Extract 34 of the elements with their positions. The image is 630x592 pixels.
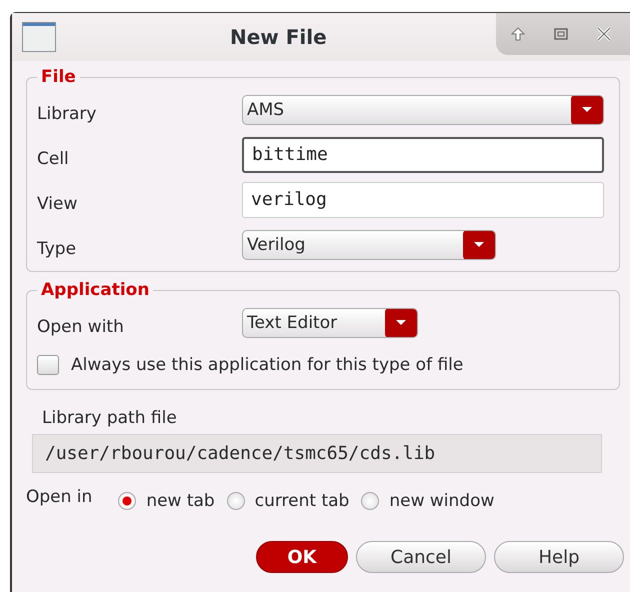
- dropdown-arrow-icon: [463, 230, 495, 258]
- radio-label: current tab: [254, 491, 350, 511]
- dialog-button[interactable]: Help: [494, 541, 624, 573]
- window-title: New File: [230, 25, 327, 49]
- field-label: Open in: [26, 487, 92, 507]
- dropdown[interactable]: AMS: [242, 94, 604, 124]
- maximize-icon[interactable]: [552, 26, 569, 42]
- field-label: Cell: [37, 148, 70, 168]
- dropdown[interactable]: Text Editor: [242, 308, 418, 338]
- field-label: Library path file: [42, 408, 178, 428]
- up-arrow-icon[interactable]: [510, 26, 526, 42]
- radio-label: new tab: [146, 491, 215, 511]
- dialog-button[interactable]: Cancel: [356, 541, 486, 573]
- dropdown[interactable]: Verilog: [242, 230, 496, 260]
- group-title: Application: [40, 280, 150, 300]
- dropdown-arrow-icon: [385, 308, 417, 336]
- checkbox-label: Always use this application for this type of file: [71, 355, 464, 375]
- close-icon[interactable]: [596, 26, 612, 42]
- radio-button[interactable]: [118, 492, 136, 510]
- radio-button[interactable]: [226, 492, 245, 510]
- window-icon: [22, 22, 56, 52]
- dialog-button[interactable]: OK: [256, 541, 348, 573]
- field-label: View: [37, 192, 78, 214]
- group-title: File: [40, 67, 77, 87]
- dropdown-arrow-icon: [571, 96, 603, 124]
- text-field[interactable]: bittime: [242, 136, 604, 172]
- field-label: Open with: [37, 316, 125, 336]
- field-label: Library: [37, 102, 98, 124]
- checkbox[interactable]: [37, 355, 59, 375]
- field-label: Type: [37, 238, 78, 258]
- radio-button[interactable]: [361, 492, 380, 510]
- path-field: /user/rbourou/cadence/tsmc65/cds.lib: [32, 434, 602, 473]
- radio-label: new window: [389, 491, 494, 511]
- text-field[interactable]: verilog: [242, 182, 604, 218]
